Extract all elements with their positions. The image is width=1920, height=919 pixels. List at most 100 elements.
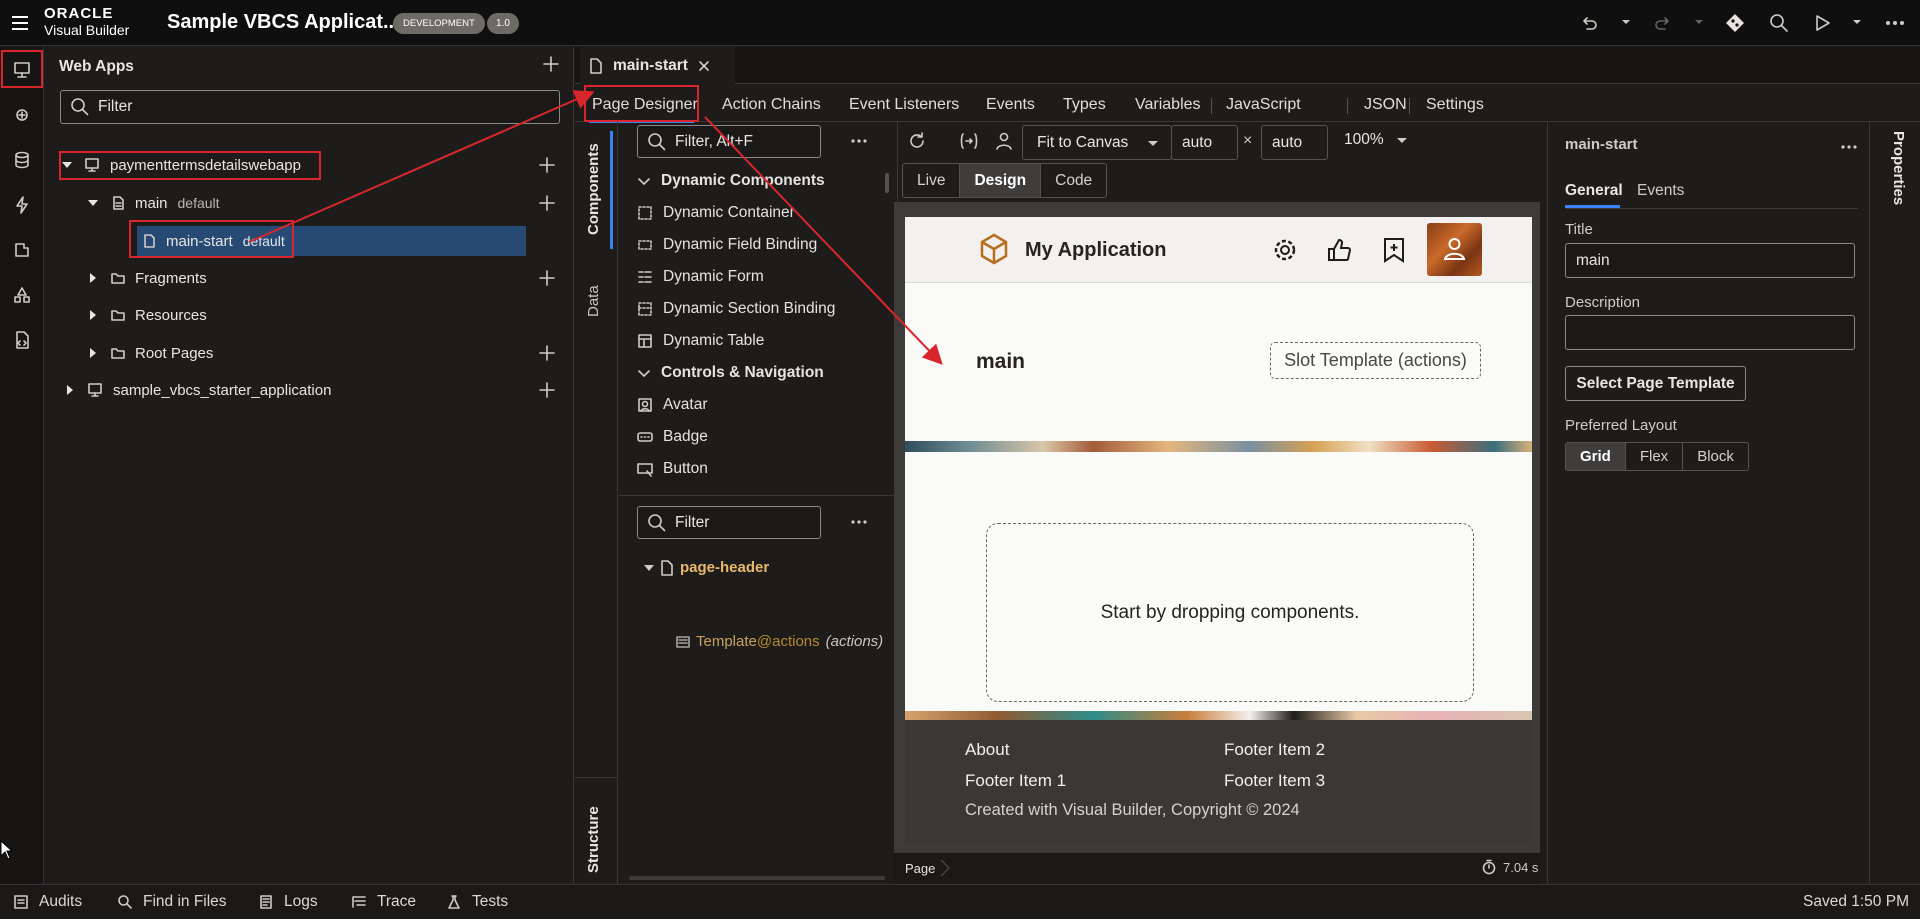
tab-types[interactable]: Types (1063, 88, 1106, 122)
palette-item-dynamic-form[interactable]: Dynamic Form (637, 261, 877, 293)
layout-block-button[interactable]: Block (1683, 443, 1748, 470)
collapse-caret-icon[interactable] (64, 384, 76, 396)
thumbs-up-icon[interactable] (1326, 237, 1352, 263)
layout-grid-button[interactable]: Grid (1566, 443, 1626, 470)
undo-icon[interactable] (1578, 12, 1600, 34)
run-icon[interactable] (1811, 12, 1833, 34)
page-title[interactable]: main (976, 350, 1025, 374)
palette-filter[interactable]: Filter, Alt+F (637, 125, 821, 158)
web-apps-icon[interactable] (11, 59, 33, 81)
description-input[interactable] (1565, 315, 1855, 350)
expand-caret-icon[interactable] (644, 563, 654, 573)
side-tab-structure[interactable]: Structure (577, 787, 613, 877)
variables-icon[interactable] (958, 131, 980, 151)
title-input[interactable]: main (1565, 243, 1855, 278)
trace-button[interactable]: Trace (351, 893, 416, 911)
palette-item-dynamic-table[interactable]: Dynamic Table (637, 325, 877, 357)
structure-more-icon[interactable] (851, 519, 867, 525)
palette-scrollbar[interactable] (885, 173, 889, 193)
redo-dropdown-chevron-icon[interactable] (1693, 16, 1705, 28)
select-page-template-button[interactable]: Select Page Template (1565, 366, 1746, 401)
collapse-caret-icon[interactable] (87, 309, 99, 321)
tree-row-sample-app[interactable]: sample_vbcs_starter_application (64, 375, 554, 405)
tab-action-chains[interactable]: Action Chains (722, 88, 821, 122)
close-tab-icon[interactable] (698, 60, 710, 72)
canvas-width-input[interactable]: auto (1171, 125, 1238, 160)
collapse-caret-icon[interactable] (87, 347, 99, 359)
hamburger-menu-icon[interactable] (10, 13, 30, 33)
run-dropdown-chevron-icon[interactable] (1851, 16, 1863, 28)
bookmark-add-icon[interactable] (1382, 237, 1406, 263)
mode-code-button[interactable]: Code (1041, 164, 1106, 197)
footer-link-item-2[interactable]: Footer Item 2 (1224, 740, 1325, 760)
user-role-icon[interactable] (994, 131, 1014, 151)
more-options-icon[interactable] (1884, 12, 1906, 34)
breadcrumb-page[interactable]: Page (905, 861, 935, 876)
zoom-select[interactable]: 100% (1344, 131, 1408, 149)
properties-tab-general[interactable]: General (1565, 182, 1623, 200)
tests-button[interactable]: Tests (446, 893, 508, 911)
undo-dropdown-chevron-icon[interactable] (1620, 16, 1632, 28)
processes-icon[interactable] (11, 194, 33, 216)
tab-event-listeners[interactable]: Event Listeners (849, 88, 959, 122)
add-web-app-icon[interactable] (543, 56, 559, 72)
fit-to-canvas-select[interactable]: Fit to Canvas (1022, 125, 1172, 160)
palette-item-avatar[interactable]: Avatar (637, 389, 877, 421)
side-tab-components[interactable]: Components (577, 131, 613, 249)
footer-link-item-1[interactable]: Footer Item 1 (965, 771, 1066, 791)
collapse-caret-icon[interactable] (87, 272, 99, 284)
add-to-main-icon[interactable] (539, 195, 555, 211)
palette-item-dynamic-section-binding[interactable]: Dynamic Section Binding (637, 293, 877, 325)
tree-row-fragments[interactable]: Fragments (87, 263, 557, 293)
tab-events[interactable]: Events (986, 88, 1035, 122)
structure-node-template[interactable]: Template @actions (actions) (676, 633, 883, 650)
footer-link-about[interactable]: About (965, 740, 1009, 760)
footer-link-item-3[interactable]: Footer Item 3 (1224, 771, 1325, 791)
tree-row-root-pages[interactable]: Root Pages (87, 338, 557, 368)
tree-row-main[interactable]: main default (87, 188, 557, 218)
expand-caret-icon[interactable] (87, 197, 99, 209)
structure-filter[interactable]: Filter (637, 506, 821, 539)
layouts-icon[interactable] (11, 284, 33, 306)
components-icon[interactable] (11, 239, 33, 261)
properties-more-icon[interactable] (1841, 144, 1857, 150)
tab-settings[interactable]: Settings (1426, 88, 1484, 122)
palette-section-controls-navigation[interactable]: Controls & Navigation (637, 357, 877, 389)
logs-button[interactable]: Logs (258, 893, 318, 911)
services-icon[interactable] (11, 104, 33, 126)
mode-live-button[interactable]: Live (903, 164, 961, 197)
tab-javascript[interactable]: JavaScript (1226, 88, 1301, 122)
palette-item-badge[interactable]: Badge (637, 421, 877, 453)
slot-template-placeholder[interactable]: Slot Template (actions) (1270, 342, 1481, 379)
git-icon[interactable] (1724, 12, 1746, 34)
side-tab-properties[interactable]: Properties (1875, 131, 1915, 271)
tree-row-resources[interactable]: Resources (87, 300, 557, 330)
palette-item-dynamic-container[interactable]: Dynamic Container (637, 197, 877, 229)
structure-node-page-header[interactable]: page-header (644, 559, 769, 576)
audits-button[interactable]: Audits (13, 893, 82, 911)
palette-section-dynamic-components[interactable]: Dynamic Components (637, 165, 877, 197)
properties-tab-events[interactable]: Events (1637, 182, 1684, 200)
navigator-filter[interactable]: Filter (60, 90, 560, 124)
structure-horizontal-scrollbar[interactable] (629, 876, 885, 880)
user-avatar[interactable] (1427, 223, 1482, 276)
redo-icon[interactable] (1652, 12, 1674, 34)
add-root-page-icon[interactable] (539, 345, 555, 361)
search-icon[interactable] (1768, 12, 1790, 34)
settings-gear-icon[interactable] (1272, 237, 1298, 263)
source-icon[interactable] (11, 329, 33, 351)
add-fragment-icon[interactable] (539, 270, 555, 286)
component-drop-zone[interactable]: Start by dropping components. (986, 523, 1474, 702)
layout-flex-button[interactable]: Flex (1626, 443, 1684, 470)
tab-variables[interactable]: Variables (1135, 88, 1201, 122)
file-tab-main-start[interactable]: main-start (580, 47, 735, 84)
business-objects-icon[interactable] (11, 149, 33, 171)
refresh-icon[interactable] (907, 131, 927, 151)
mode-design-button[interactable]: Design (960, 164, 1042, 197)
add-to-sample-app-icon[interactable] (539, 382, 555, 398)
canvas-height-input[interactable]: auto (1261, 125, 1328, 160)
side-tab-data[interactable]: Data (577, 265, 613, 345)
find-in-files-button[interactable]: Find in Files (117, 893, 227, 911)
palette-item-dynamic-field-binding[interactable]: Dynamic Field Binding (637, 229, 877, 261)
tab-json[interactable]: JSON (1364, 88, 1407, 122)
